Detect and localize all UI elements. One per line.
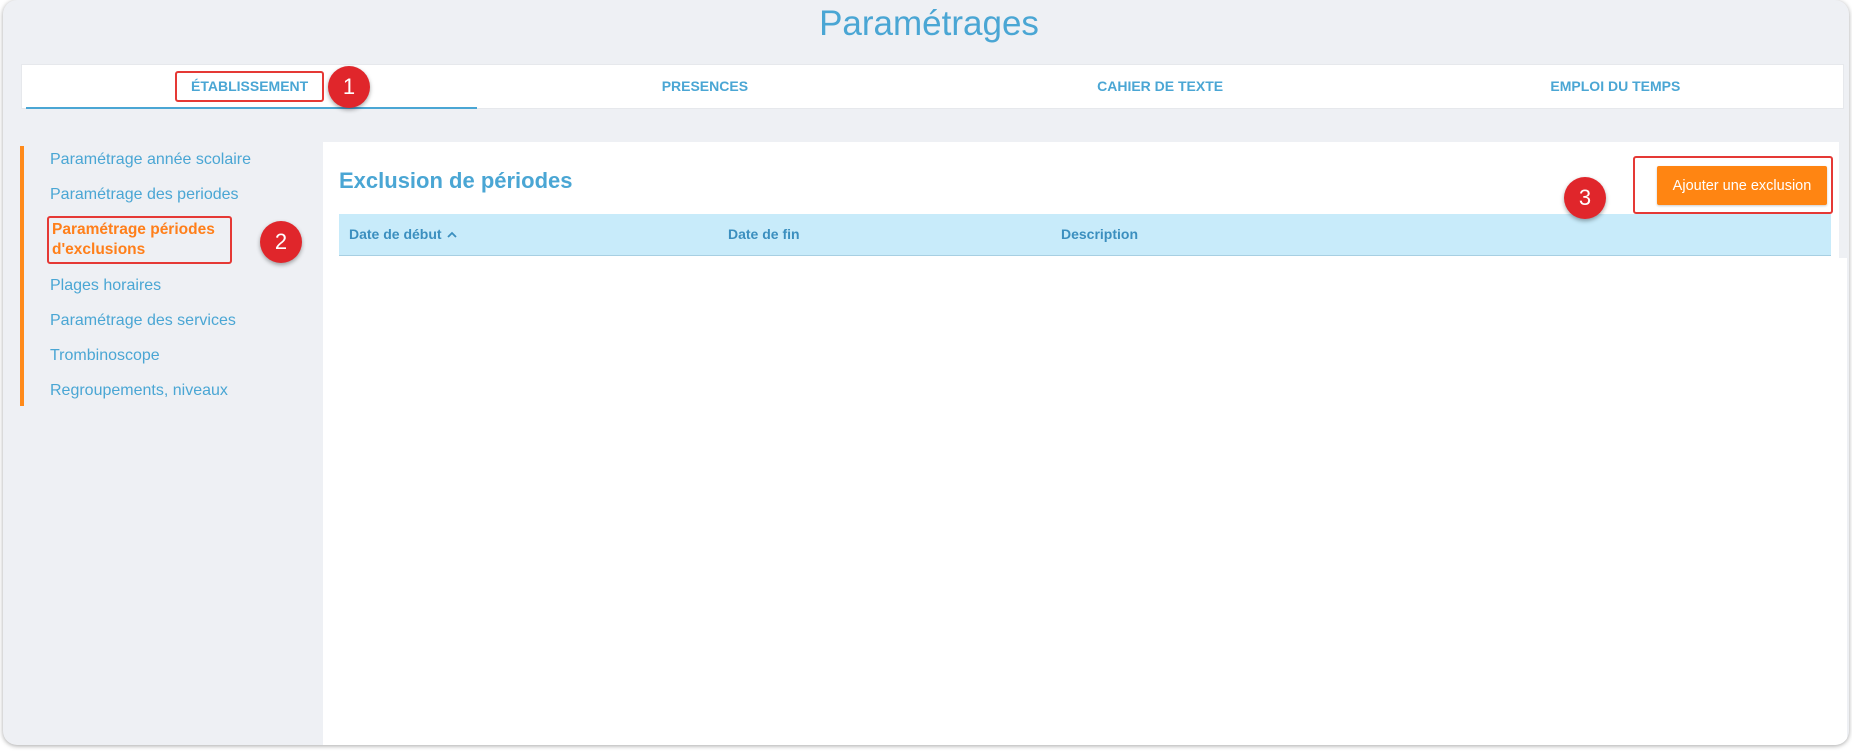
main-panel: Exclusion de périodes Ajouter une exclus… (323, 142, 1847, 745)
sidebar-item-trombinoscope[interactable]: Trombinoscope (50, 346, 160, 366)
tab-label: ÉTABLISSEMENT (175, 71, 325, 102)
tab-etablissement[interactable]: ÉTABLISSEMENT (22, 65, 478, 109)
tab-bar: ÉTABLISSEMENT PRESENCES CAHIER DE TEXTE … (21, 64, 1844, 109)
section-title: Exclusion de périodes (339, 168, 573, 193)
tab-label: PRESENCES (661, 78, 749, 95)
add-exclusion-button[interactable]: Ajouter une exclusion (1657, 166, 1827, 205)
sidebar-item-periodes-exclusions[interactable]: Paramétrage périodes d'exclusions (47, 216, 232, 264)
column-header-date-debut[interactable]: Date de début (349, 226, 457, 242)
column-header-description[interactable]: Description (1061, 226, 1138, 242)
column-header-label: Date de début (349, 226, 442, 242)
column-header-label: Description (1061, 226, 1139, 242)
sidebar-item-services[interactable]: Paramétrage des services (50, 311, 236, 331)
table-header: Date de début Date de fin Description (339, 214, 1831, 256)
tab-emploi-du-temps[interactable]: EMPLOI DU TEMPS (1388, 65, 1843, 108)
sidebar-item-plages-horaires[interactable]: Plages horaires (50, 276, 161, 296)
tab-label: CAHIER DE TEXTE (1097, 78, 1224, 95)
tab-cahier-de-texte[interactable]: CAHIER DE TEXTE (933, 65, 1388, 108)
chevron-up-icon (446, 231, 457, 238)
page-title: Paramétrages (819, 4, 1039, 43)
annotation-marker-1: 1 (328, 66, 370, 108)
tab-presences[interactable]: PRESENCES (477, 65, 932, 108)
tab-label: EMPLOI DU TEMPS (1550, 78, 1681, 95)
annotation-marker-2: 2 (260, 221, 302, 263)
sidebar-item-annee-scolaire[interactable]: Paramétrage année scolaire (50, 150, 251, 170)
column-header-label: Date de fin (728, 226, 800, 242)
panel-edge (1839, 142, 1847, 258)
column-header-date-fin[interactable]: Date de fin (728, 226, 800, 242)
sidebar: Paramétrage année scolaire Paramétrage d… (20, 146, 310, 406)
sidebar-item-regroupements[interactable]: Regroupements, niveaux (50, 381, 228, 401)
app-frame: Paramétrages ÉTABLISSEMENT PRESENCES CAH… (3, 0, 1849, 745)
annotation-marker-3: 3 (1564, 177, 1606, 219)
sidebar-item-periodes[interactable]: Paramétrage des periodes (50, 185, 239, 205)
